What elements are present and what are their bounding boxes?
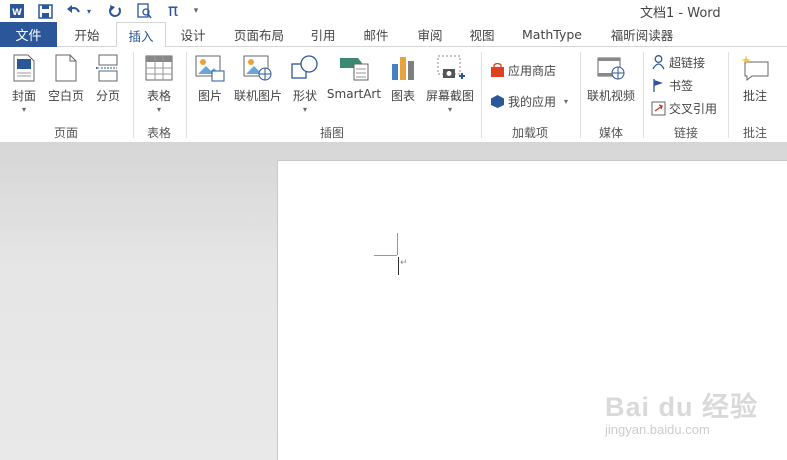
new-comment-icon <box>739 51 771 85</box>
table-button[interactable]: 表格 ▾ <box>140 51 178 114</box>
new-comment-button[interactable]: 批注 <box>736 51 774 104</box>
chart-label: 图表 <box>390 89 415 103</box>
cross-reference-label: 交叉引用 <box>669 101 718 116</box>
group-label-tables: 表格 <box>146 126 171 140</box>
shapes-icon <box>289 51 321 85</box>
group-divider <box>728 52 729 138</box>
svg-text:W: W <box>12 8 22 18</box>
redo-icon[interactable] <box>106 2 124 20</box>
group-divider <box>186 52 187 138</box>
page-break-icon <box>92 51 124 85</box>
online-picture-label: 联机图片 <box>233 89 282 103</box>
online-video-icon <box>595 51 627 85</box>
screenshot-button[interactable]: 屏幕截图 ▾ <box>424 51 476 114</box>
ribbon-insert: 封面 ▾ 空白页 分页 页面 表格 ▾ 表格 图片 联机图片 形状 ▾ Smar… <box>0 47 787 143</box>
cover-page-icon <box>8 51 40 85</box>
tab-mailings[interactable]: 邮件 <box>352 22 400 47</box>
cover-button[interactable]: 封面 ▾ <box>6 51 42 114</box>
tab-view[interactable]: 视图 <box>458 22 506 47</box>
bookmark-button[interactable]: 书签 <box>650 75 693 95</box>
bookmark-label: 书签 <box>669 78 694 93</box>
bar-chart-icon <box>387 51 419 85</box>
tab-foxit-reader[interactable]: 福昕阅读器 <box>600 22 684 47</box>
pi-icon[interactable]: π <box>164 1 182 21</box>
page-break-button[interactable]: 分页 <box>90 51 126 104</box>
chevron-down-icon: ▾ <box>21 105 26 114</box>
store-icon <box>489 62 505 78</box>
group-label-illustrations: 插图 <box>319 126 344 140</box>
group-divider <box>481 52 482 138</box>
cover-label: 封面 <box>11 89 36 103</box>
tab-review[interactable]: 审阅 <box>406 22 454 47</box>
online-video-button[interactable]: 联机视频 <box>586 51 636 104</box>
group-divider <box>133 52 134 138</box>
chevron-down-icon: ▾ <box>302 105 307 114</box>
word-logo-icon[interactable]: W <box>8 2 26 20</box>
print-preview-icon[interactable] <box>135 2 153 20</box>
smartart-icon <box>338 51 370 85</box>
smartart-label: SmartArt <box>326 87 382 101</box>
chevron-down-icon[interactable]: ▾ <box>564 97 568 106</box>
hyperlink-button[interactable]: 超链接 <box>650 52 705 72</box>
online-picture-button[interactable]: 联机图片 <box>232 51 284 104</box>
group-label-media: 媒体 <box>598 126 623 140</box>
picture-button[interactable]: 图片 <box>193 51 227 104</box>
picture-label: 图片 <box>197 89 222 103</box>
table-icon <box>143 51 175 85</box>
hyperlink-label: 超链接 <box>669 55 706 70</box>
group-label-addins: 加载项 <box>511 126 548 140</box>
screenshot-label: 屏幕截图 <box>425 89 474 103</box>
blank-page-label: 空白页 <box>47 89 84 103</box>
tab-references[interactable]: 引用 <box>300 22 346 47</box>
tab-insert[interactable]: 插入 <box>116 22 166 48</box>
text-cursor <box>398 257 399 275</box>
cross-reference-icon <box>650 100 666 116</box>
margin-corner-mark <box>374 255 397 256</box>
save-icon[interactable] <box>36 2 54 20</box>
undo-icon[interactable] <box>64 2 84 20</box>
baidu-watermark: Bai du 经验 <box>605 392 759 422</box>
bookmark-flag-icon <box>650 77 666 93</box>
paragraph-mark: ↵ <box>400 258 408 268</box>
tab-mathtype[interactable]: MathType <box>514 22 590 47</box>
tab-design[interactable]: 设计 <box>168 22 218 47</box>
group-label-pages: 页面 <box>53 126 78 140</box>
store-label: 应用商店 <box>508 63 557 78</box>
online-video-label: 联机视频 <box>586 89 635 103</box>
shapes-button[interactable]: 形状 ▾ <box>289 51 321 114</box>
margin-corner-mark <box>397 233 398 255</box>
tab-file[interactable]: 文件 <box>0 22 57 47</box>
undo-dropdown-icon[interactable]: ▾ <box>84 2 94 20</box>
window-title: 文档1 - Word <box>640 6 721 21</box>
chevron-down-icon: ▾ <box>447 105 452 114</box>
chart-button[interactable]: 图表 <box>387 51 419 104</box>
my-apps-icon <box>489 93 505 109</box>
comment-label: 批注 <box>742 89 767 103</box>
tab-page-layout[interactable]: 页面布局 <box>224 22 294 47</box>
table-label: 表格 <box>146 89 171 103</box>
page-break-label: 分页 <box>95 89 120 103</box>
store-button[interactable]: 应用商店 <box>489 60 556 80</box>
group-divider <box>643 52 644 138</box>
tab-home[interactable]: 开始 <box>60 22 114 47</box>
blank-page-button[interactable]: 空白页 <box>46 51 86 104</box>
baidu-watermark-url: jingyan.baidu.com <box>605 422 710 437</box>
group-label-links: 链接 <box>673 126 698 140</box>
online-picture-icon <box>242 51 274 85</box>
chevron-down-icon: ▾ <box>156 105 161 114</box>
blank-page-icon <box>50 51 82 85</box>
shapes-label: 形状 <box>292 89 317 103</box>
ribbon-tabs: 文件 开始 插入 设计 页面布局 引用 邮件 审阅 视图 MathType 福昕… <box>0 22 787 48</box>
cross-reference-button[interactable]: 交叉引用 <box>650 98 717 118</box>
smartart-button[interactable]: SmartArt <box>326 51 382 101</box>
my-apps-label: 我的应用 <box>508 94 557 109</box>
picture-icon <box>194 51 226 85</box>
title-bar: W ▾ π ▾ 文档1 - Word <box>0 0 787 22</box>
hyperlink-icon <box>650 54 666 70</box>
my-apps-button[interactable]: 我的应用 ▾ <box>489 91 568 111</box>
group-divider <box>580 52 581 138</box>
group-label-comments: 批注 <box>742 126 767 140</box>
customize-qat-icon[interactable]: ▾ <box>190 2 202 20</box>
screenshot-icon <box>434 51 466 85</box>
